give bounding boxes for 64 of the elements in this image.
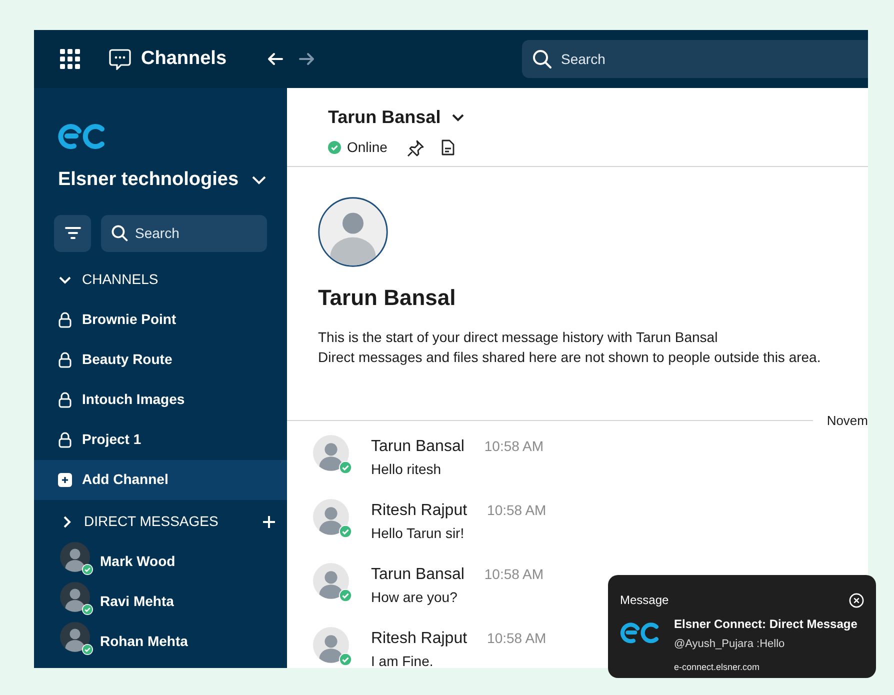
search-icon [532,49,552,69]
contact-name: Tarun Bansal [318,284,457,312]
chevron-down-icon[interactable] [450,113,465,122]
back-button[interactable] [266,52,283,66]
intro-text: Direct messages and files shared here are not shown to people outside this area. [318,348,822,367]
notification-title: Elsner Connect: Direct Message [674,616,858,633]
channel-item[interactable]: Project 1 [34,420,287,460]
intro-text: This is the start of your direct message history with Tarun Bansal [318,328,719,347]
logo-icon [620,621,660,644]
filter-icon [64,226,80,240]
lock-icon [58,312,72,328]
close-button[interactable] [849,592,864,608]
message-text: I am Fine. [371,652,434,668]
status-label: Online [347,138,388,157]
avatar [313,562,349,598]
add-icon [58,472,72,486]
message-text: How are you? [371,588,458,607]
avatar [60,622,90,652]
avatar [318,197,388,267]
online-status-icon [328,141,341,154]
channel-item[interactable]: Intouch Images [34,380,287,420]
avatar [60,542,90,572]
document-icon[interactable] [441,139,456,156]
author-name: Tarun Bansal [371,436,464,456]
message-text: Hello ritesh [371,460,442,478]
chat-bubble-icon [109,48,131,70]
notification-text: @Ayush_Pujara :Hello [674,637,786,652]
lock-icon [58,352,72,368]
avatar [313,434,349,470]
notification-heading: Message [620,592,669,609]
channel-item[interactable]: Brownie Point [34,300,287,340]
lock-icon [58,432,72,448]
channel-item[interactable]: Beauty Route [34,340,287,380]
avatar [60,582,90,612]
search-icon [111,224,128,242]
search-field[interactable]: Search [101,214,267,252]
direct-message-item[interactable]: Ravi Mehta [34,582,287,622]
direct-message-item[interactable]: Mark Wood [34,542,287,582]
author-name: Ritesh Rajput [371,500,468,520]
notification-source: e-connect.elsner.com [674,660,761,674]
message-time: 10:58 AM [484,564,544,584]
search-field[interactable]: Search [522,40,868,78]
channel-item[interactable]: Add Channel [34,460,287,500]
section-header[interactable]: CHANNELS [82,269,158,290]
plus-icon[interactable] [262,514,276,528]
conversation-name: Tarun Bansal [328,106,441,129]
avatar [313,498,349,534]
author-name: Ritesh Rajput [371,628,468,648]
direct-message-item[interactable]: Rohan Mehta [34,622,287,662]
date-label: Novem [826,412,868,430]
message-time: 10:58 AM [484,436,544,456]
avatar [313,626,349,662]
workspace-name: Elsner technologies [58,168,239,192]
author-name: Tarun Bansal [371,564,464,584]
app-title: Channels [141,46,227,71]
lock-icon [58,392,72,408]
logo-icon [58,122,106,150]
filter-button[interactable] [54,214,91,252]
pin-icon[interactable] [407,138,426,156]
message-time: 10:58 AM [487,628,546,648]
section-header[interactable]: DIRECT MESSAGES [84,511,218,532]
message-time: 10:58 AM [487,500,546,520]
apps-grid-icon[interactable] [60,49,80,69]
message-text: Hello Tarun sir! [371,524,466,542]
